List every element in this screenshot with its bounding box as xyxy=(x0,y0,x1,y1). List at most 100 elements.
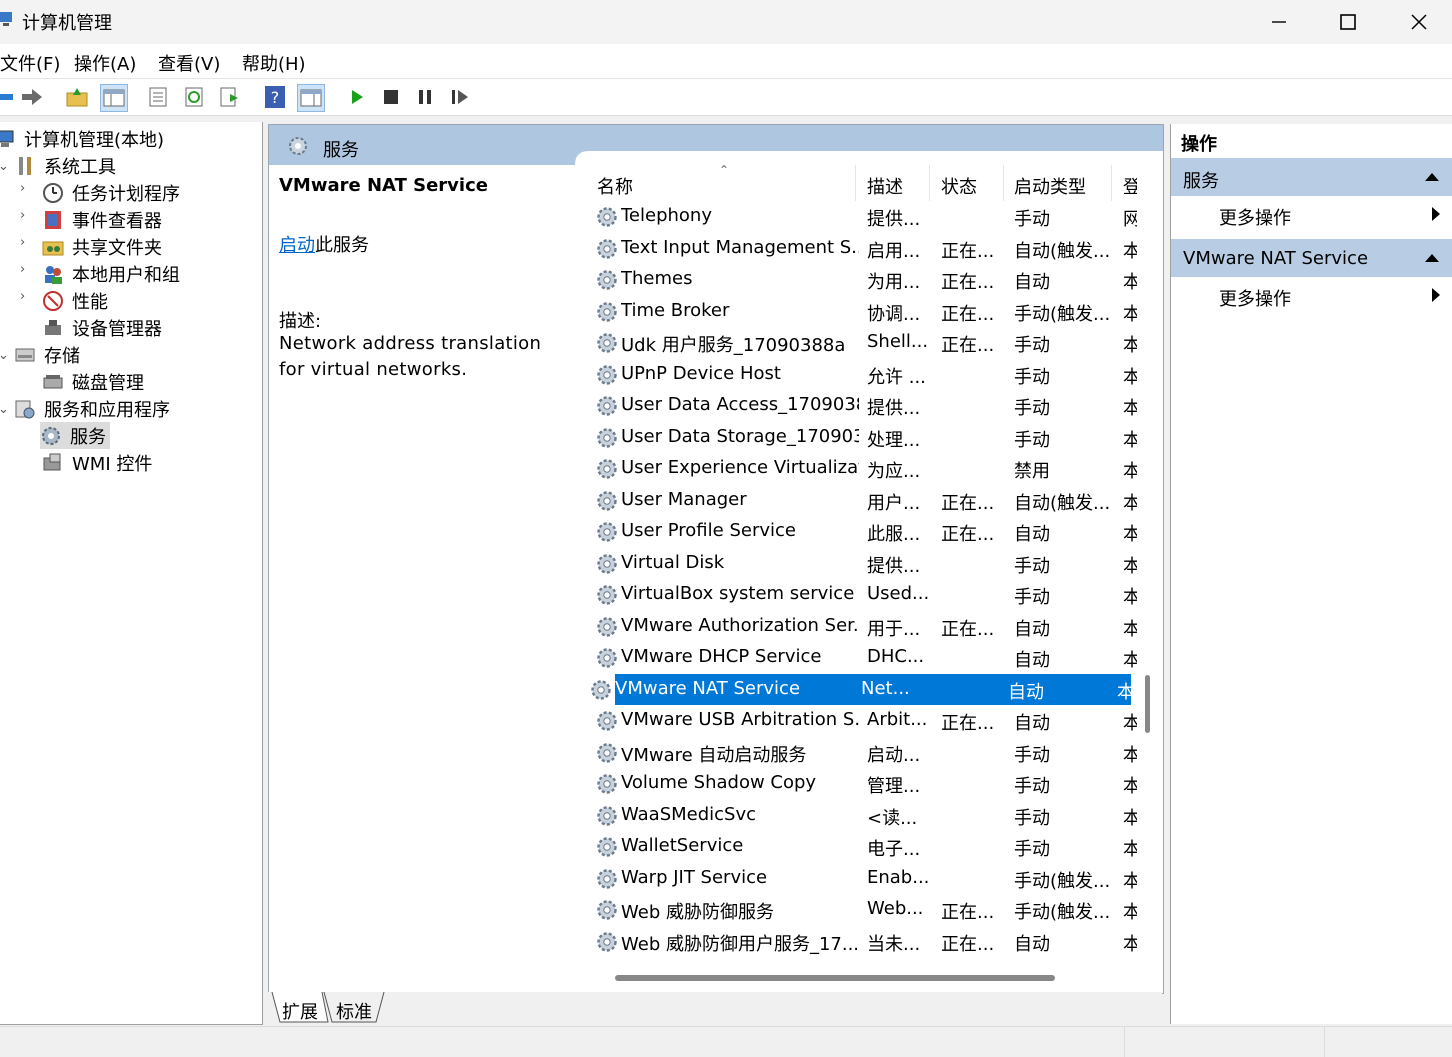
collapse-up-icon[interactable] xyxy=(1425,172,1439,182)
column-logon[interactable]: 登 xyxy=(1123,173,1137,199)
show-hide-tree-icon[interactable] xyxy=(100,84,128,112)
tab-extended[interactable]: 扩展 xyxy=(282,998,318,1024)
tree-item-wmi[interactable]: WMI 控件 xyxy=(42,449,152,476)
start-service-icon[interactable] xyxy=(344,84,370,110)
refresh-icon[interactable] xyxy=(181,84,207,110)
service-row[interactable]: WaaSMedicSvc <读... 手动 本 xyxy=(595,800,1137,831)
expand-services-apps-icon[interactable]: ⌄ xyxy=(0,402,9,417)
service-startup-type: 手动 xyxy=(1014,587,1050,608)
tree-item-storage[interactable]: 存储 xyxy=(14,341,80,368)
event-viewer-icon xyxy=(42,209,64,231)
up-folder-icon[interactable] xyxy=(64,84,90,110)
expand-storage-icon[interactable]: ⌄ xyxy=(0,348,9,363)
expand-task-scheduler-icon[interactable]: › xyxy=(20,181,25,196)
collapse-up-icon[interactable] xyxy=(1425,253,1439,263)
help-icon[interactable]: ? xyxy=(262,84,288,110)
column-name[interactable]: 名称 xyxy=(597,173,633,199)
more-actions-vmware-nat[interactable]: 更多操作 xyxy=(1171,277,1452,315)
service-row[interactable]: VMware Authorization Ser... 用于... 正在... 自动 本 xyxy=(595,611,1137,642)
minimize-button[interactable] xyxy=(1244,0,1314,44)
menu-action[interactable]: 操作(A) xyxy=(74,50,136,76)
vertical-scrollbar-thumb[interactable] xyxy=(1145,675,1150,733)
tree-item-event-viewer[interactable]: 事件查看器 xyxy=(42,206,162,233)
expand-system-tools-icon[interactable]: ⌄ xyxy=(0,159,9,174)
back-icon[interactable] xyxy=(0,84,18,110)
tree-item-device-manager[interactable]: 设备管理器 xyxy=(42,314,162,341)
service-row[interactable]: UPnP Device Host 允许 ... 手动 本 xyxy=(595,359,1137,390)
service-row[interactable]: Time Broker 协调... 正在... 手动(触发... 本 xyxy=(595,296,1137,327)
column-status[interactable]: 状态 xyxy=(941,173,977,199)
service-row[interactable]: Udk 用户服务_17090388a Shell... 正在... 手动 本 xyxy=(595,327,1137,358)
expand-event-viewer-icon[interactable]: › xyxy=(20,208,25,223)
forward-icon[interactable] xyxy=(19,84,45,110)
menu-file[interactable]: 文件(F) xyxy=(0,50,60,76)
service-row[interactable]: User Experience Virtualizat... 为应... 禁用 本 xyxy=(595,453,1137,484)
stop-service-icon[interactable] xyxy=(378,84,404,110)
horizontal-scrollbar-thumb[interactable] xyxy=(615,975,1055,981)
service-row[interactable]: Virtual Disk 提供... 手动 本 xyxy=(595,548,1137,579)
service-row[interactable]: WalletService 电子... 手动 本 xyxy=(595,831,1137,862)
service-name: VMware Authorization Ser... xyxy=(621,614,859,636)
column-description[interactable]: 描述 xyxy=(867,173,903,199)
menu-help[interactable]: 帮助(H) xyxy=(242,50,306,76)
tree-root[interactable]: 计算机管理(本地) xyxy=(0,125,164,152)
tree-item-label: 系统工具 xyxy=(44,156,116,178)
export-list-icon[interactable] xyxy=(216,84,242,110)
restart-service-icon[interactable] xyxy=(447,84,473,110)
tree-item-system-tools[interactable]: 系统工具 xyxy=(14,152,116,179)
service-row[interactable]: VMware 自动启动服务 启动... 手动 本 xyxy=(595,737,1137,768)
expand-shared-folders-icon[interactable]: › xyxy=(20,235,25,250)
service-row[interactable]: Text Input Management S... 启用... 正在... 自动(触… xyxy=(595,233,1137,264)
menu-view[interactable]: 查看(V) xyxy=(158,50,220,76)
tree-item-services[interactable]: 服务 xyxy=(40,422,110,449)
service-row[interactable]: Telephony 提供... 手动 网 xyxy=(595,201,1137,232)
start-service-suffix: 此服务 xyxy=(315,235,369,256)
service-row[interactable]: VMware DHCP Service DHC... 自动 本 xyxy=(595,642,1137,673)
column-startup-type[interactable]: 启动类型 xyxy=(1014,173,1086,199)
tree-item-task-scheduler[interactable]: 任务计划程序 xyxy=(42,179,180,206)
service-row[interactable]: User Profile Service 此服... 正在... 自动 本 xyxy=(595,516,1137,547)
actions-section-vmware-nat[interactable]: VMware NAT Service xyxy=(1171,239,1452,277)
service-name: User Experience Virtualizat... xyxy=(621,457,859,478)
service-row[interactable]: VirtualBox system service Used... 手动 本 xyxy=(595,579,1137,610)
actions-section-label: 服务 xyxy=(1183,171,1219,192)
more-actions-services[interactable]: 更多操作 xyxy=(1171,196,1452,234)
view-tabs: 扩展 标准 xyxy=(268,992,1162,1024)
service-logon: 本 xyxy=(1123,240,1137,262)
service-row[interactable]: Volume Shadow Copy 管理... 手动 本 xyxy=(595,768,1137,799)
service-gear-icon xyxy=(595,583,619,607)
service-row[interactable]: VMware USB Arbitration S... Arbit... 正在...… xyxy=(595,705,1137,736)
maximize-button[interactable] xyxy=(1313,0,1383,44)
start-service-link[interactable]: 启动 xyxy=(279,235,315,256)
tree-item-disk-management[interactable]: 磁盘管理 xyxy=(42,368,144,395)
service-row[interactable]: Web 威胁防御用户服务_17... 当未... 正在... 自动 本 xyxy=(595,926,1137,957)
service-row[interactable]: Themes 为用... 正在... 自动 本 xyxy=(595,264,1137,295)
expand-local-users-icon[interactable]: › xyxy=(20,262,25,277)
submenu-arrow-icon xyxy=(1432,207,1440,221)
actions-section-services[interactable]: 服务 xyxy=(1171,158,1452,196)
service-status: 正在... xyxy=(941,902,995,923)
tab-standard[interactable]: 标准 xyxy=(336,998,372,1024)
properties-icon[interactable] xyxy=(145,84,171,110)
service-description: Used... xyxy=(867,583,929,604)
toolbar: ? xyxy=(0,79,1452,116)
expand-performance-icon[interactable]: › xyxy=(20,289,25,304)
tree-item-performance[interactable]: 性能 xyxy=(42,287,108,314)
service-startup-type: 手动 xyxy=(1014,555,1050,577)
service-row[interactable]: User Data Storage_170903... 处理... 手动 本 xyxy=(595,422,1137,453)
title-bar: 计算机管理 xyxy=(0,0,1452,44)
service-row[interactable]: Warp JIT Service Enab... 手动(触发... 本 xyxy=(595,863,1137,894)
tree-item-local-users[interactable]: 本地用户和组 xyxy=(42,260,180,287)
close-button[interactable] xyxy=(1384,0,1452,44)
tree-item-shared-folders[interactable]: 共享文件夹 xyxy=(42,233,162,260)
show-action-pane-icon[interactable] xyxy=(297,84,325,112)
pause-service-icon[interactable] xyxy=(412,84,438,110)
service-row[interactable]: Web 威胁防御服务 Web... 正在... 手动(触发... 本 xyxy=(595,894,1137,925)
service-logon: 本 xyxy=(1123,272,1137,293)
tree-item-services-apps[interactable]: 服务和应用程序 xyxy=(14,395,170,422)
service-row[interactable]: User Data Access_1709038... 提供... 手动 本 xyxy=(595,390,1137,421)
service-startup-type: 自动 xyxy=(1014,650,1050,671)
service-row[interactable]: User Manager 用户... 正在... 自动(触发... 本 xyxy=(595,485,1137,516)
service-row[interactable]: VMware NAT Service Net... 自动 本 xyxy=(591,673,1131,705)
service-detail: VMware NAT Service 启动此服务 描述: Network add… xyxy=(269,165,589,991)
